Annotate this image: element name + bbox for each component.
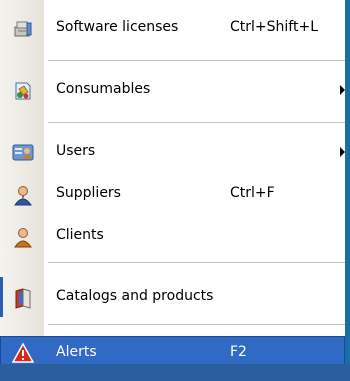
menu-separator: [48, 122, 345, 123]
menu-item-shortcut: Ctrl+F: [230, 185, 275, 201]
window-border: [0, 364, 350, 381]
menu-item-label: Consumables: [56, 81, 151, 97]
menu-item-software-licenses[interactable]: Software licenses Ctrl+Shift+L: [0, 10, 345, 46]
menu-item-catalogs-and-products[interactable]: Catalogs and products: [0, 279, 345, 315]
context-menu: Software licenses Ctrl+Shift+L Consumabl…: [0, 0, 345, 381]
menu-item-label: Suppliers: [56, 185, 121, 201]
suppliers-icon: [12, 184, 34, 206]
menu-separator: [48, 324, 345, 325]
menu-separator: [48, 262, 345, 263]
consumables-icon: [12, 80, 34, 102]
menu-item-users[interactable]: Users: [0, 134, 345, 170]
menu-item-consumables[interactable]: Consumables: [0, 72, 345, 108]
menu-item-label: Alerts: [56, 344, 97, 360]
menu-item-label: Users: [56, 143, 96, 159]
alerts-icon: [11, 342, 35, 364]
clients-icon: [12, 226, 34, 248]
menu-item-label: Software licenses: [56, 19, 179, 35]
catalogs-icon: [12, 287, 34, 309]
window-border: [345, 0, 350, 381]
menu-item-clients[interactable]: Clients: [0, 218, 345, 254]
menu-item-shortcut: Ctrl+Shift+L: [230, 19, 318, 35]
menu-item-suppliers[interactable]: Suppliers Ctrl+F: [0, 176, 345, 212]
menu-item-label: Catalogs and products: [56, 288, 214, 304]
menu-item-shortcut: F2: [230, 344, 247, 360]
software-licenses-icon: [12, 18, 34, 40]
menu-item-label: Clients: [56, 227, 104, 243]
window-border: [0, 277, 3, 317]
users-icon: [12, 142, 34, 164]
menu-separator: [48, 60, 345, 61]
